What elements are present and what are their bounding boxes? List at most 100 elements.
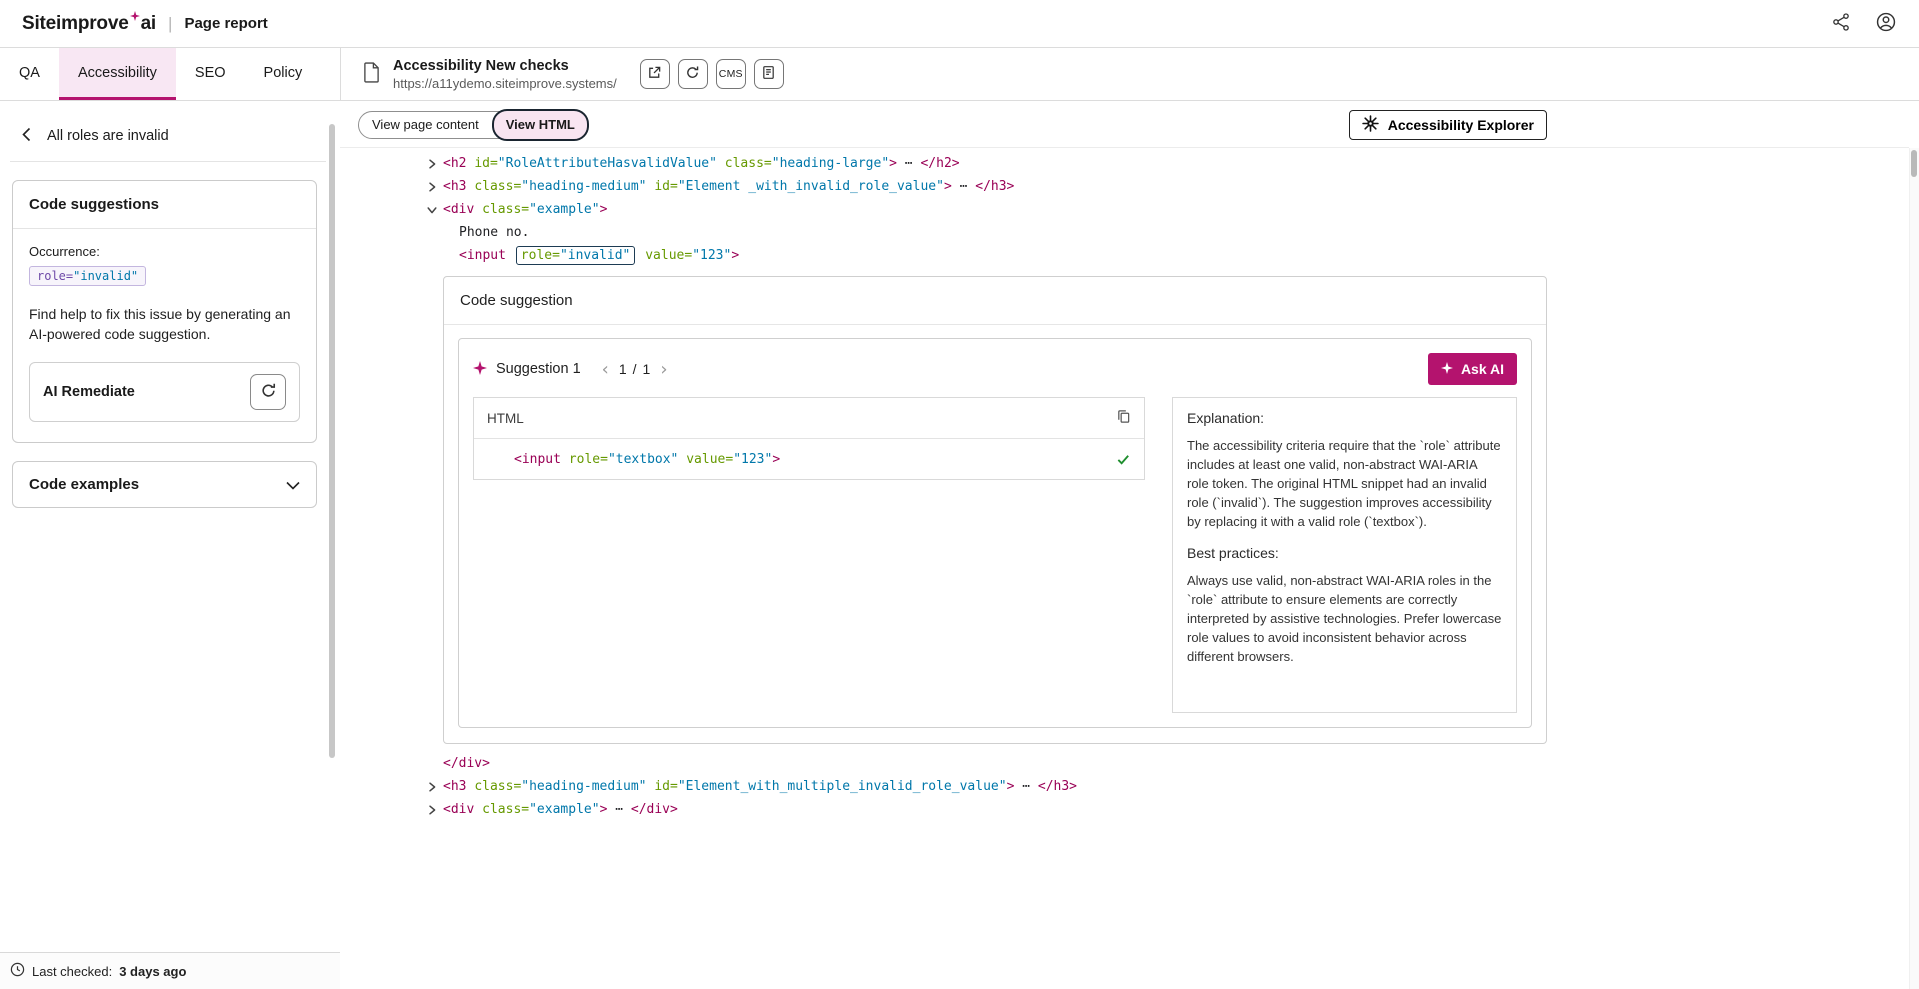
- expand-arrow-icon[interactable]: [427, 158, 443, 169]
- valid-check-icon: [1116, 452, 1131, 467]
- code-line: <input role="invalid" value="123">: [340, 244, 1909, 267]
- view-toggle: View page content View HTML: [358, 108, 589, 141]
- collapse-arrow-icon[interactable]: [427, 205, 443, 215]
- share-button[interactable]: [1831, 12, 1851, 35]
- back-to-issue-button[interactable]: All roles are invalid: [10, 114, 326, 162]
- tab-policy[interactable]: Policy: [245, 48, 322, 100]
- explorer-wheel-icon: [1361, 114, 1379, 135]
- code-line: </div>: [340, 752, 1909, 775]
- code-line: <h3 class="heading-medium" id="Element _…: [340, 175, 1909, 198]
- code-line: <div class="example"> ⋯ </div>: [340, 798, 1909, 821]
- code-token-attr: class=: [724, 156, 772, 171]
- tab-qa-label: QA: [19, 64, 40, 81]
- ask-ai-label: Ask AI: [1460, 361, 1504, 377]
- ask-ai-button[interactable]: Ask AI: [1427, 353, 1517, 385]
- chevron-down-icon: [286, 477, 300, 493]
- cms-button[interactable]: CMS: [715, 59, 746, 89]
- tab-seo[interactable]: SEO: [176, 48, 245, 100]
- siteimprove-logo[interactable]: Siteimprove ai: [22, 10, 156, 35]
- tab-qa[interactable]: QA: [0, 48, 59, 100]
- code-text: <h3 class="heading-medium" id="Element _…: [443, 179, 1014, 194]
- code-token-dots: ⋯: [896, 156, 921, 171]
- next-suggestion-button[interactable]: ›: [653, 359, 674, 380]
- page-info: Accessibility New checks https://a11ydem…: [341, 48, 784, 100]
- sidebar-scrollbar[interactable]: [329, 124, 335, 758]
- code-text: <div class="example"> ⋯ </div>: [443, 802, 678, 817]
- expand-arrow-icon[interactable]: [427, 781, 443, 792]
- code-lines-before: <h2 id="RoleAttributeHasvalidValue" clas…: [340, 152, 1909, 267]
- suggestion-box: Suggestion 1 ‹ 1 / 1 › Ask AI HTML <inpu…: [458, 338, 1532, 728]
- account-button[interactable]: [1875, 11, 1897, 36]
- view-html-label: View HTML: [505, 117, 575, 132]
- view-page-content-label: View page content: [372, 117, 479, 132]
- refresh-icon: [260, 382, 277, 402]
- app-header: Siteimprove ai | Page report: [0, 0, 1919, 48]
- logo-brand: Siteimprove: [22, 12, 129, 34]
- refresh-icon: [685, 65, 700, 83]
- code-line: <h3 class="heading-medium" id="Element_w…: [340, 775, 1909, 798]
- back-chevron-icon: [22, 127, 31, 145]
- code-text: <input role="invalid" value="123">: [443, 246, 739, 265]
- code-token-tag: >: [599, 202, 608, 217]
- occurrence-label: Occurrence:: [29, 244, 100, 259]
- code-token-attr: id=: [474, 156, 498, 171]
- html-code-view: <h2 id="RoleAttributeHasvalidValue" clas…: [340, 148, 1909, 989]
- tab-accessibility[interactable]: Accessibility: [58, 48, 176, 100]
- code-suggestions-title: Code suggestions: [13, 181, 316, 229]
- clock-icon: [10, 962, 25, 980]
- occurrence-attr: role=: [37, 269, 74, 283]
- code-token-tag: >: [889, 156, 897, 171]
- checked-page-url: https://a11ydemo.siteimprove.systems/: [393, 75, 617, 91]
- code-token-val: "heading-large": [771, 156, 890, 171]
- code-text: <h3 class="heading-medium" id="Element_w…: [443, 779, 1077, 794]
- explorer-label: Accessibility Explorer: [1387, 116, 1534, 133]
- code-token-attr: role=: [568, 451, 608, 467]
- expand-arrow-icon[interactable]: [427, 181, 443, 192]
- code-token-dots: ⋯: [607, 802, 631, 817]
- code-token-attr: id=: [654, 779, 678, 794]
- code-token-tag: </h3>: [975, 179, 1015, 194]
- code-token-val: "123": [692, 248, 732, 263]
- copy-icon: [1116, 409, 1131, 427]
- ai-remediate-box: AI Remediate: [29, 362, 300, 422]
- code-token-attr: class=: [474, 779, 522, 794]
- account-icon: [1875, 11, 1897, 36]
- suggestion-help-text: Find help to fix this issue by generatin…: [29, 306, 291, 342]
- code-token-val: "123": [733, 451, 773, 467]
- suggestion-page-separator: /: [632, 361, 637, 377]
- page-source-icon: [761, 65, 776, 83]
- code-token-tag: </h3>: [1037, 779, 1078, 794]
- view-page-content-tab[interactable]: View page content: [359, 112, 492, 138]
- regenerate-suggestion-button[interactable]: [250, 374, 286, 410]
- external-link-icon: [647, 65, 662, 83]
- code-token-attr: value=: [645, 248, 693, 263]
- code-token-tag: </h2>: [920, 156, 960, 171]
- accessibility-explorer-button[interactable]: Accessibility Explorer: [1348, 109, 1547, 140]
- code-line: <h2 id="RoleAttributeHasvalidValue" clas…: [340, 152, 1909, 175]
- recheck-page-button[interactable]: [677, 59, 708, 89]
- expand-arrow-icon[interactable]: [427, 804, 443, 815]
- open-page-button[interactable]: [639, 59, 670, 89]
- code-token-plain: Phone no.: [459, 225, 530, 240]
- view-html-tab[interactable]: View HTML: [491, 108, 589, 141]
- checked-page-title: Accessibility New checks: [393, 57, 569, 74]
- issue-title: All roles are invalid: [47, 128, 169, 144]
- code-examples-toggle[interactable]: Code examples: [12, 461, 317, 508]
- page-scrollbar[interactable]: [1909, 148, 1919, 989]
- page-report-title: Page report: [184, 15, 268, 32]
- code-token-val: "invalid": [559, 248, 631, 263]
- code-token-val: "Element _with_invalid_role_value": [677, 179, 944, 194]
- page-scrollbar-thumb[interactable]: [1911, 150, 1917, 177]
- code-token-val: "textbox": [607, 451, 679, 467]
- code-token-attr: class=: [482, 202, 530, 217]
- best-practices-body: Always use valid, non-abstract WAI-ARIA …: [1187, 573, 1502, 664]
- page-source-button[interactable]: [753, 59, 784, 89]
- suggested-code-line: <input role="textbox" value="123">: [514, 452, 780, 467]
- explanation-body: The accessibility criteria require that …: [1187, 438, 1501, 529]
- copy-code-button[interactable]: [1116, 409, 1131, 427]
- previous-suggestion-button[interactable]: ‹: [595, 359, 616, 380]
- tab-seo-label: SEO: [194, 64, 226, 81]
